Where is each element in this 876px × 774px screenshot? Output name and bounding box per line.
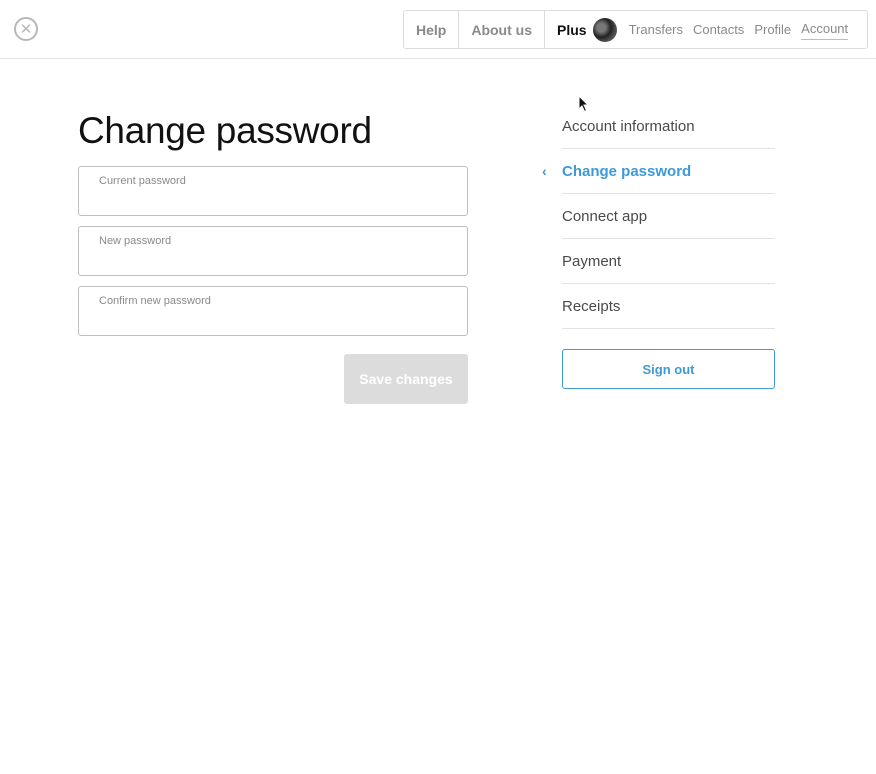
mouse-cursor-icon [578,95,590,113]
top-nav: Help About us Plus Transfers Contacts Pr… [403,10,868,49]
sidebar-item-label: Account information [562,117,695,135]
sidebar-item-connect-app[interactable]: Connect app [562,194,775,239]
sidebar-item-payment[interactable]: Payment [562,239,775,284]
close-icon[interactable]: ✕ [14,17,38,41]
current-password-input[interactable] [99,189,457,211]
page-title: Change password [78,110,372,151]
nav-profile-link[interactable]: Profile [754,11,791,48]
nav-contacts-link[interactable]: Contacts [693,11,744,48]
save-changes-button[interactable]: Save changes [344,354,468,404]
account-side-menu: Account information ‹ Change password Co… [542,104,775,329]
confirm-password-field[interactable]: Confirm new password [78,286,468,336]
new-password-field[interactable]: New password [78,226,468,276]
about-us-link[interactable]: About us [459,11,545,48]
chevron-left-icon: ‹ [542,163,547,179]
sidebar-item-label: Change password [562,162,692,180]
sidebar-item-label: Connect app [562,207,648,225]
sidebar-item-label: Receipts [562,297,621,315]
new-password-label: New password [99,235,172,247]
sidebar-item-account-information[interactable]: Account information [562,104,775,149]
sign-out-button[interactable]: Sign out [562,349,775,389]
new-password-input[interactable] [99,249,457,271]
confirm-password-label: Confirm new password [99,295,211,307]
current-password-label: Current password [99,175,186,187]
current-password-field[interactable]: Current password [78,166,468,216]
sidebar-item-change-password[interactable]: ‹ Change password [542,149,775,194]
avatar[interactable] [592,17,617,42]
top-header: ✕ Help About us Plus Transfers Contacts … [0,0,876,59]
sidebar-item-label: Payment [562,252,622,270]
nav-transfers-link[interactable]: Transfers [629,11,683,48]
help-link[interactable]: Help [404,11,460,48]
nav-account-link[interactable]: Account [801,20,849,40]
plus-link[interactable]: Plus [545,11,593,48]
sidebar-item-receipts[interactable]: Receipts [562,284,775,329]
confirm-password-input[interactable] [99,309,457,331]
